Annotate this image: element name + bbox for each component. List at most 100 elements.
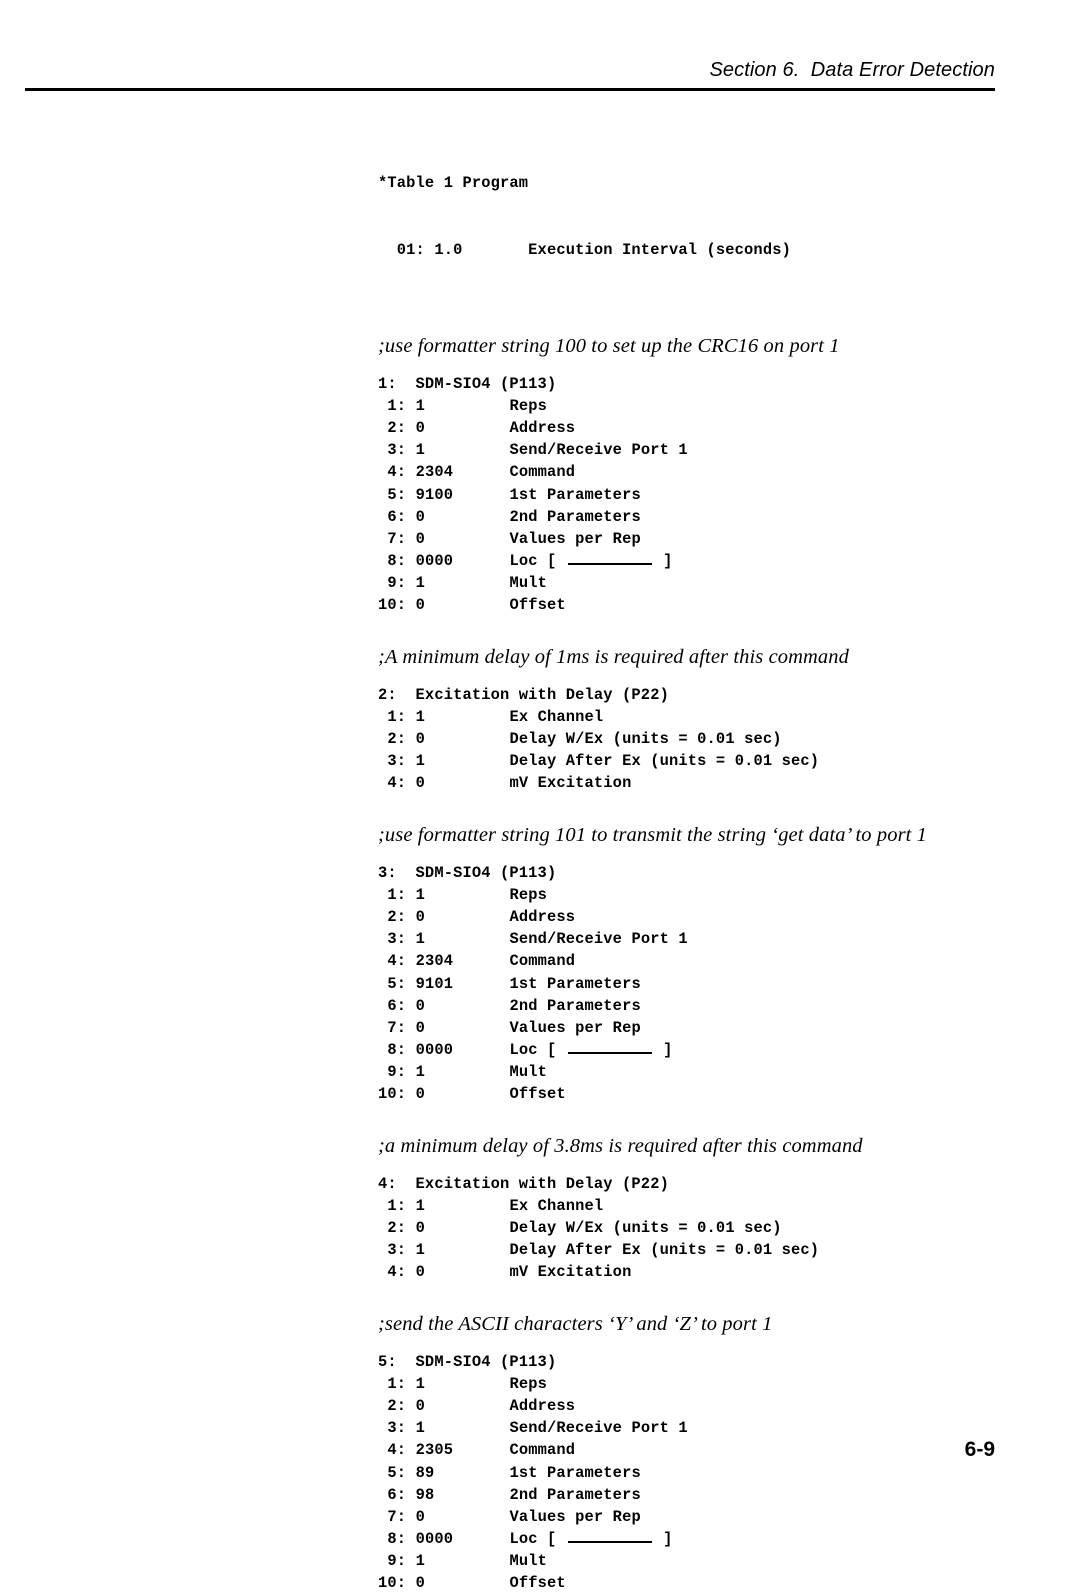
parameter-index: 7: <box>378 1018 407 1037</box>
running-header: Section 6. Data Error Detection <box>25 58 995 82</box>
parameter-value: 0 <box>415 1263 425 1282</box>
header-section-title: Section 6. Data Error Detection <box>709 59 995 81</box>
parameter-value: 9101 <box>415 974 454 993</box>
parameter-value: 1 <box>415 930 425 949</box>
parameter-label: Reps <box>509 1374 547 1393</box>
instruction-parameter-line: 7: 0 Values per Rep <box>378 1506 1038 1528</box>
parameter-label: Reps <box>509 396 547 415</box>
parameter-index: 7: <box>378 1507 407 1526</box>
instruction-block: 4: Excitation with Delay (P22) 1: 1 Ex C… <box>378 1173 1038 1284</box>
parameter-value: 1 <box>415 396 425 415</box>
parameter-value: 1 <box>415 1196 425 1215</box>
parameter-label: Loc [ ] <box>509 552 673 571</box>
instruction-parameter-line: 4: 2304 Command <box>378 950 1038 972</box>
instruction-parameter-line: 9: 1 Mult <box>378 1061 1038 1083</box>
instruction-parameter-line: 4: 0 mV Excitation <box>378 772 1038 794</box>
parameter-index: 3: <box>378 1241 407 1260</box>
parameter-label: Command <box>509 952 576 971</box>
instruction-parameter-line: 1: 1 Ex Channel <box>378 706 1038 728</box>
parameter-index: 8: <box>378 552 407 571</box>
parameter-label: Offset <box>509 596 566 615</box>
parameter-index: 10: <box>378 1574 407 1593</box>
parameter-index: 10: <box>378 1085 407 1104</box>
page-content: *Table 1 Program 01: 1.0 Execution Inter… <box>378 128 1038 1595</box>
parameter-label: 2nd Parameters <box>509 1485 641 1504</box>
section-comment: ;send the ASCII characters ‘Y’ and ‘Z’ t… <box>378 1312 773 1335</box>
parameter-value: 0 <box>415 1574 425 1593</box>
instruction-parameter-line: 8: 0000 Loc [ ] <box>378 1039 1038 1061</box>
instruction-parameter-line: 1: 1 Reps <box>378 1373 1038 1395</box>
parameter-value: 1 <box>415 441 425 460</box>
parameter-index: 8: <box>378 1530 407 1549</box>
parameter-label: 2nd Parameters <box>509 507 641 526</box>
section-comment: ;a minimum delay of 3.8ms is required af… <box>378 1134 863 1157</box>
parameter-index: 4: <box>378 463 407 482</box>
parameter-label: Delay After Ex (units = 0.01 sec) <box>509 1241 820 1260</box>
instruction-parameter-line: 2: 0 Address <box>378 417 1038 439</box>
instruction-parameter-line: 3: 1 Delay After Ex (units = 0.01 sec) <box>378 750 1038 772</box>
parameter-index: 3: <box>378 1419 407 1438</box>
parameter-index: 1: <box>378 1374 407 1393</box>
parameter-index: 5: <box>378 485 407 504</box>
instruction-title: 3: SDM-SIO4 (P113) <box>378 863 557 882</box>
parameter-value: 0 <box>415 1018 425 1037</box>
parameter-index: 3: <box>378 441 407 460</box>
parameter-value: 1 <box>415 1241 425 1260</box>
comment-spacer <box>378 848 1038 862</box>
parameter-index: 2: <box>378 907 407 926</box>
parameter-index: 6: <box>378 1485 407 1504</box>
instruction-parameter-line: 9: 1 Mult <box>378 572 1038 594</box>
parameter-label: Mult <box>509 1063 547 1082</box>
parameter-index: 5: <box>378 974 407 993</box>
parameter-value: 1 <box>415 707 425 726</box>
comment-spacer <box>378 670 1038 684</box>
instruction-parameter-line: 5: 9101 1st Parameters <box>378 973 1038 995</box>
parameter-value: 0 <box>415 996 425 1015</box>
instruction-parameter-line: 7: 0 Values per Rep <box>378 528 1038 550</box>
parameter-index: 2: <box>378 1396 407 1415</box>
instruction-parameter-line: 4: 0 mV Excitation <box>378 1261 1038 1283</box>
instruction-sections: ;use formatter string 100 to set up the … <box>378 306 1038 1595</box>
instruction-title: 2: Excitation with Delay (P22) <box>378 685 669 704</box>
program-execution-interval-line: 01: 1.0 Execution Interval (seconds) <box>378 241 791 259</box>
parameter-label: Offset <box>509 1085 566 1104</box>
parameter-value: 1 <box>415 1552 425 1571</box>
parameter-value: 0000 <box>415 1530 454 1549</box>
parameter-label: Address <box>509 907 576 926</box>
parameter-index: 2: <box>378 1219 407 1238</box>
parameter-index: 1: <box>378 396 407 415</box>
instruction-parameter-line: 5: 9100 1st Parameters <box>378 484 1038 506</box>
parameter-label: 1st Parameters <box>509 1463 641 1482</box>
parameter-label: Send/Receive Port 1 <box>509 1419 688 1438</box>
instruction-parameter-line: 6: 0 2nd Parameters <box>378 506 1038 528</box>
parameter-label: Delay W/Ex (units = 0.01 sec) <box>509 730 782 749</box>
parameter-value: 0 <box>415 529 425 548</box>
parameter-index: 3: <box>378 752 407 771</box>
parameter-label: Command <box>509 463 576 482</box>
parameter-value: 0 <box>415 1507 425 1526</box>
parameter-label: Values per Rep <box>509 529 641 548</box>
parameter-label: Ex Channel <box>509 707 604 726</box>
instruction-block: 1: SDM-SIO4 (P113) 1: 1 Reps 2: 0 Addres… <box>378 373 1038 617</box>
parameter-value: 1 <box>415 1063 425 1082</box>
parameter-value: 0 <box>415 507 425 526</box>
parameter-value: 0 <box>415 774 425 793</box>
parameter-value: 89 <box>415 1463 435 1482</box>
parameter-index: 9: <box>378 1063 407 1082</box>
parameter-value: 0 <box>415 907 425 926</box>
parameter-label: Offset <box>509 1574 566 1593</box>
parameter-index: 4: <box>378 1263 407 1282</box>
parameter-value: 9100 <box>415 485 454 504</box>
parameter-value: 98 <box>415 1485 435 1504</box>
parameter-value: 2304 <box>415 463 454 482</box>
parameter-index: 6: <box>378 996 407 1015</box>
instruction-parameter-line: 2: 0 Address <box>378 906 1038 928</box>
parameter-value: 0 <box>415 1085 425 1104</box>
parameter-value: 0 <box>415 596 425 615</box>
document-page: Section 6. Data Error Detection *Table 1… <box>0 0 1080 1592</box>
header-divider-rule <box>25 88 995 91</box>
parameter-index: 1: <box>378 707 407 726</box>
